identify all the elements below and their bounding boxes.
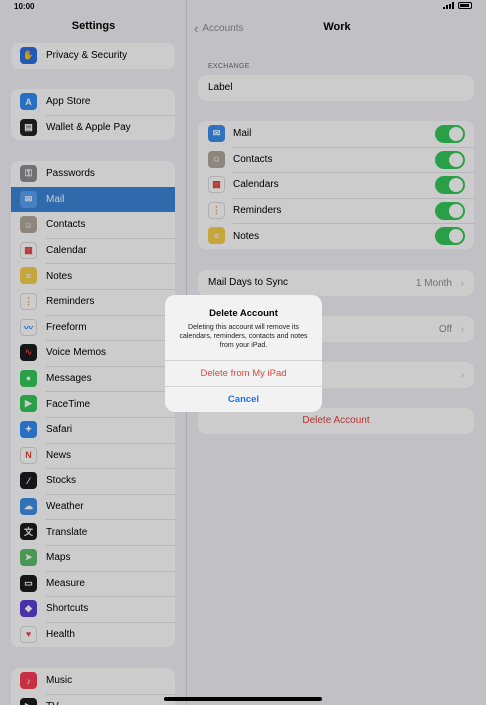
delete-from-ipad-button[interactable]: Delete from My iPad [165, 360, 322, 386]
cancel-button[interactable]: Cancel [165, 386, 322, 412]
alert-message: Deleting this account will remove its ca… [179, 324, 308, 349]
alert-title: Delete Account [209, 308, 278, 319]
delete-account-alert: Delete Account Deleting this account wil… [165, 295, 322, 412]
home-indicator[interactable] [164, 697, 322, 701]
